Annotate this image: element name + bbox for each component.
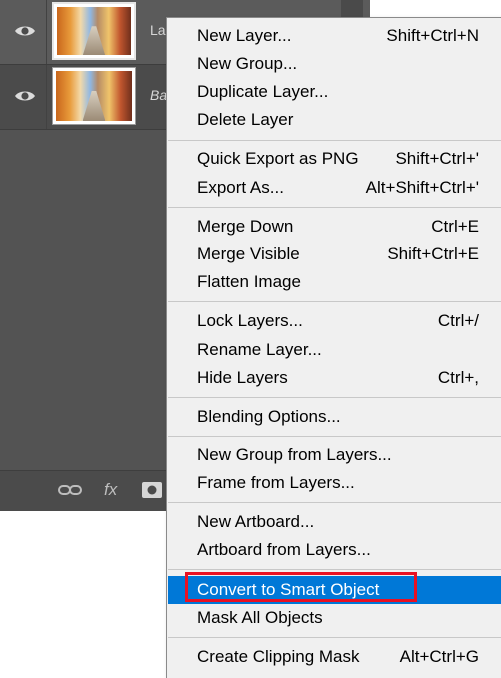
menu-item-hide-layers[interactable]: Hide Layers Ctrl+, [168,365,501,391]
menu-item-new-layer[interactable]: New Layer... Shift+Ctrl+N [168,23,501,49]
layer-thumbnail[interactable] [52,2,136,60]
menu-separator [168,140,501,141]
menu-item-new-group-from-layers[interactable]: New Group from Layers... [168,442,501,468]
menu-separator [168,637,501,638]
menu-item-shortcut: Ctrl+E [431,217,479,236]
menu-item-shortcut: Alt+Ctrl+G [399,647,479,666]
menu-item-delete-layer[interactable]: Delete Layer [168,107,501,133]
menu-item-label: Delete Layer [197,110,294,129]
menu-item-label: Create Clipping Mask [197,647,360,666]
menu-item-merge-down[interactable]: Merge Down Ctrl+E [168,214,501,240]
menu-item-shortcut: Alt+Shift+Ctrl+' [365,178,479,197]
menu-item-mask-all-objects[interactable]: Mask All Objects [168,605,501,631]
menu-item-shortcut: Shift+Ctrl+E [387,244,479,263]
menu-item-label: Flatten Image [197,272,301,291]
eye-icon[interactable] [14,23,36,39]
menu-item-label: New Group... [197,54,298,73]
menu-item-shortcut: Ctrl+, [437,368,479,387]
menu-item-shortcut: Shift+Ctrl+N [386,26,479,45]
menu-item-lock-layers[interactable]: Lock Layers... Ctrl+/ [168,308,501,334]
menu-item-label: Duplicate Layer... [197,82,329,101]
menu-item-label: Merge Visible [197,244,300,263]
menu-item-label: Hide Layers [197,368,288,387]
menu-item-frame-from-layers[interactable]: Frame from Layers... [168,470,501,496]
menu-item-label: Export As... [197,178,284,197]
menu-item-quick-export-png[interactable]: Quick Export as PNG Shift+Ctrl+' [168,146,501,172]
layer-name[interactable]: Ba [150,87,167,103]
menu-item-new-group[interactable]: New Group... [168,51,501,77]
menu-separator [168,569,501,570]
menu-item-label: Frame from Layers... [197,473,355,492]
menu-item-shortcut: Shift+Ctrl+' [395,149,479,168]
menu-item-rename-layer[interactable]: Rename Layer... [168,337,501,363]
menu-item-label: New Layer... [197,26,292,45]
menu-item-label: Blending Options... [197,407,341,426]
eye-icon[interactable] [14,88,36,104]
menu-item-label: Merge Down [197,217,294,236]
menu-separator [168,301,501,302]
menu-item-duplicate-layer[interactable]: Duplicate Layer... [168,79,501,105]
menu-separator [168,502,501,503]
menu-item-merge-visible[interactable]: Merge Visible Shift+Ctrl+E [168,241,501,267]
menu-item-export-as[interactable]: Export As... Alt+Shift+Ctrl+' [168,175,501,201]
menu-separator [168,397,501,398]
menu-item-label: Rename Layer... [197,340,322,359]
menu-item-flatten-image[interactable]: Flatten Image [168,269,501,295]
mask-icon[interactable] [142,482,162,498]
menu-item-blending-options[interactable]: Blending Options... [168,404,501,430]
menu-item-label: Lock Layers... [197,311,303,330]
menu-item-shortcut: Ctrl+/ [437,311,479,330]
menu-item-label: Artboard from Layers... [197,540,371,559]
menu-separator [168,436,501,437]
menu-item-create-clipping-mask[interactable]: Create Clipping Mask Alt+Ctrl+G [168,644,501,670]
layer-thumbnail[interactable] [52,67,136,125]
divider [46,65,47,129]
menu-item-label: Mask All Objects [197,608,323,627]
link-icon[interactable] [58,483,82,497]
menu-item-artboard-from-layers[interactable]: Artboard from Layers... [168,537,501,563]
menu-separator [168,207,501,208]
menu-item-label: New Artboard... [197,512,315,531]
divider [46,0,47,64]
fx-icon[interactable]: fx [104,480,117,500]
layer-name[interactable]: La [150,22,166,38]
menu-item-label: New Group from Layers... [197,445,392,464]
menu-item-label: Quick Export as PNG [197,149,359,168]
menu-item-new-artboard[interactable]: New Artboard... [168,509,501,535]
highlight-callout-box [185,572,417,602]
